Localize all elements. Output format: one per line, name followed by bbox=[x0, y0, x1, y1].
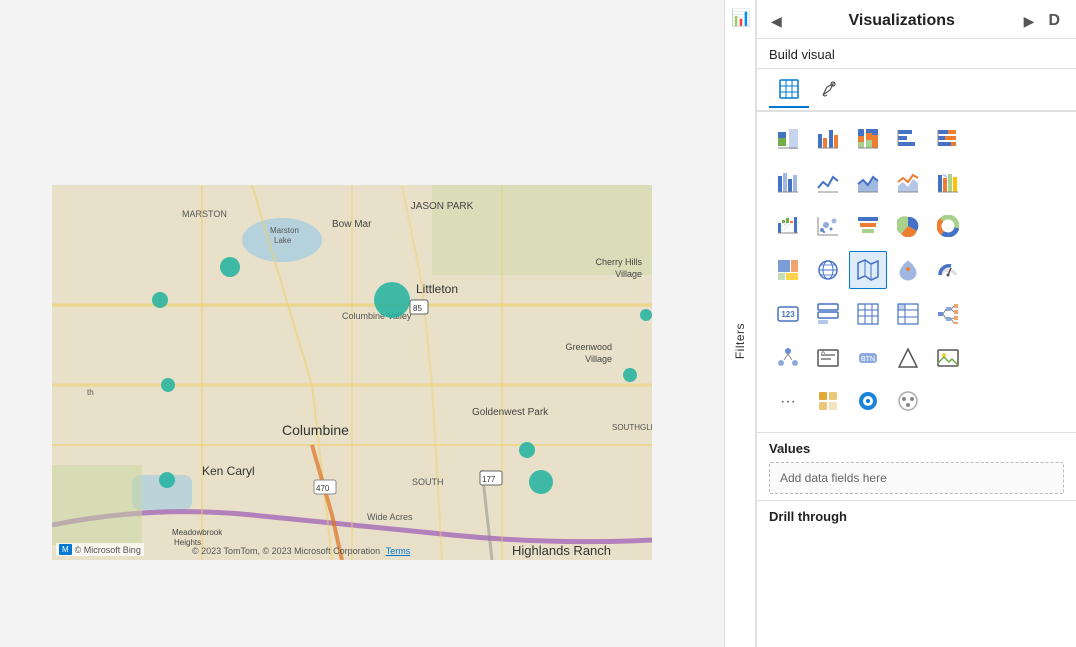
panel-expand-right[interactable]: ▶ bbox=[1020, 11, 1039, 32]
viz-icon-table[interactable] bbox=[849, 295, 887, 333]
svg-text:Wide Acres: Wide Acres bbox=[367, 512, 413, 522]
attribution-text: © Microsoft Bing bbox=[75, 545, 141, 555]
map-svg: Marston Lake 85 177 bbox=[52, 185, 652, 560]
map-container[interactable]: Marston Lake 85 177 bbox=[52, 185, 652, 560]
main-canvas: Marston Lake 85 177 bbox=[0, 0, 756, 647]
tab-format[interactable] bbox=[809, 75, 849, 108]
svg-text:Columbine: Columbine bbox=[282, 422, 349, 438]
viz-icon-bar-h[interactable] bbox=[889, 120, 927, 158]
svg-text:Marston: Marston bbox=[270, 226, 299, 235]
map-dot-4[interactable] bbox=[623, 368, 637, 382]
viz-icon-line[interactable] bbox=[809, 164, 847, 202]
svg-text:123: 123 bbox=[781, 310, 795, 319]
values-section: Values Add data fields here bbox=[757, 432, 1076, 500]
viz-icon-map[interactable] bbox=[849, 251, 887, 289]
filters-panel: 📊 Filters bbox=[724, 0, 756, 647]
viz-icon-shape[interactable] bbox=[889, 339, 927, 377]
viz-icon-card[interactable]: 123 bbox=[769, 295, 807, 333]
drill-through-section: Drill through bbox=[757, 500, 1076, 540]
build-visual-bar: Build visual bbox=[757, 39, 1076, 69]
panel-collapse-left[interactable]: ◀ bbox=[769, 11, 784, 32]
viz-icon-custom2[interactable] bbox=[849, 382, 887, 420]
visual-type-tabs bbox=[757, 69, 1076, 112]
map-dot-8[interactable] bbox=[529, 470, 553, 494]
tab-fields[interactable] bbox=[769, 75, 809, 108]
viz-icon-textbox[interactable]: A bbox=[809, 339, 847, 377]
viz-icon-donut[interactable] bbox=[929, 207, 967, 245]
svg-text:177: 177 bbox=[482, 475, 496, 484]
viz-icon-ribbon[interactable] bbox=[929, 164, 967, 202]
svg-text:Meadowbrook: Meadowbrook bbox=[172, 528, 223, 537]
right-panel: ◀ Visualizations ▶ D Build visual bbox=[756, 0, 1076, 647]
svg-text:Greenwood: Greenwood bbox=[565, 342, 612, 352]
viz-icon-funnel[interactable] bbox=[849, 207, 887, 245]
panel-extra-button[interactable]: D bbox=[1044, 10, 1064, 32]
viz-icon-treemap[interactable] bbox=[769, 251, 807, 289]
svg-text:SOUTH: SOUTH bbox=[412, 477, 444, 487]
viz-icon-clustered-bar[interactable] bbox=[809, 120, 847, 158]
map-dot-6[interactable] bbox=[159, 472, 175, 488]
map-terms-link[interactable]: Terms bbox=[386, 546, 411, 556]
svg-text:Village: Village bbox=[615, 269, 642, 279]
map-dot-5[interactable] bbox=[161, 378, 175, 392]
viz-icons-grid: 123 A BTN ··· bbox=[757, 112, 1076, 432]
panel-header: ◀ Visualizations ▶ D bbox=[757, 0, 1076, 39]
svg-text:MARSTON: MARSTON bbox=[182, 209, 227, 219]
viz-icon-custom1[interactable] bbox=[809, 382, 847, 420]
viz-icon-stacked-bar-h[interactable] bbox=[929, 120, 967, 158]
viz-icon-matrix[interactable] bbox=[889, 295, 927, 333]
svg-text:Cherry Hills: Cherry Hills bbox=[595, 257, 642, 267]
map-attribution: M © Microsoft Bing bbox=[56, 543, 144, 556]
svg-text:Bow Mar: Bow Mar bbox=[332, 219, 372, 230]
svg-text:th: th bbox=[87, 388, 94, 397]
viz-icon-multirow-card[interactable] bbox=[809, 295, 847, 333]
viz-icon-scatter[interactable] bbox=[809, 207, 847, 245]
viz-icon-waterfall[interactable] bbox=[769, 207, 807, 245]
svg-text:Littleton: Littleton bbox=[416, 282, 458, 296]
values-drop-zone[interactable]: Add data fields here bbox=[769, 462, 1064, 494]
svg-text:470: 470 bbox=[316, 484, 330, 493]
map-dot-2[interactable] bbox=[152, 292, 168, 308]
viz-icon-gauge[interactable] bbox=[929, 251, 967, 289]
viz-icon-more[interactable]: ··· bbox=[769, 382, 807, 420]
viz-icon-custom3[interactable] bbox=[889, 382, 927, 420]
filters-chart-icon[interactable]: 📊 bbox=[725, 0, 755, 36]
svg-text:A: A bbox=[821, 350, 825, 356]
svg-text:Goldenwest Park: Goldenwest Park bbox=[472, 407, 549, 418]
svg-text:···: ··· bbox=[780, 393, 796, 410]
svg-text:Highlands Ranch: Highlands Ranch bbox=[512, 543, 611, 558]
svg-text:85: 85 bbox=[413, 304, 422, 313]
map-dot-littleton[interactable] bbox=[374, 282, 410, 318]
map-copyright: © 2023 TomTom, © 2023 Microsoft Corporat… bbox=[192, 546, 410, 556]
svg-text:SOUTHGLENN: SOUTHGLENN bbox=[612, 423, 652, 432]
viz-icon-decomp-tree[interactable] bbox=[929, 295, 967, 333]
viz-icon-area[interactable] bbox=[849, 164, 887, 202]
map-dot-7[interactable] bbox=[519, 442, 535, 458]
svg-text:Village: Village bbox=[585, 354, 612, 364]
viz-icon-pie[interactable] bbox=[889, 207, 927, 245]
viz-icon-line-area[interactable] bbox=[889, 164, 927, 202]
build-visual-label: Build visual bbox=[769, 47, 835, 62]
viz-icon-globe[interactable] bbox=[809, 251, 847, 289]
values-label: Values bbox=[769, 441, 1064, 456]
filters-tab-button[interactable]: Filters bbox=[729, 317, 751, 365]
viz-icon-bar-extra[interactable] bbox=[769, 164, 807, 202]
panel-header-actions: ▶ D bbox=[1020, 10, 1064, 32]
viz-icon-stacked-bar[interactable] bbox=[769, 120, 807, 158]
viz-icon-key-influencers[interactable] bbox=[769, 339, 807, 377]
viz-icon-filled-map[interactable] bbox=[889, 251, 927, 289]
svg-text:BTN: BTN bbox=[861, 356, 875, 363]
map-dot-3[interactable] bbox=[640, 309, 652, 321]
svg-text:Ken Caryl: Ken Caryl bbox=[202, 464, 255, 478]
panel-title: Visualizations bbox=[849, 12, 955, 30]
viz-icon-image[interactable] bbox=[929, 339, 967, 377]
svg-text:JASON PARK: JASON PARK bbox=[411, 201, 474, 212]
drill-through-label: Drill through bbox=[769, 509, 1064, 524]
viz-icon-button[interactable]: BTN bbox=[849, 339, 887, 377]
map-dot-1[interactable] bbox=[220, 257, 240, 277]
svg-text:Lake: Lake bbox=[274, 236, 292, 245]
viz-icon-100pct-bar[interactable] bbox=[849, 120, 887, 158]
